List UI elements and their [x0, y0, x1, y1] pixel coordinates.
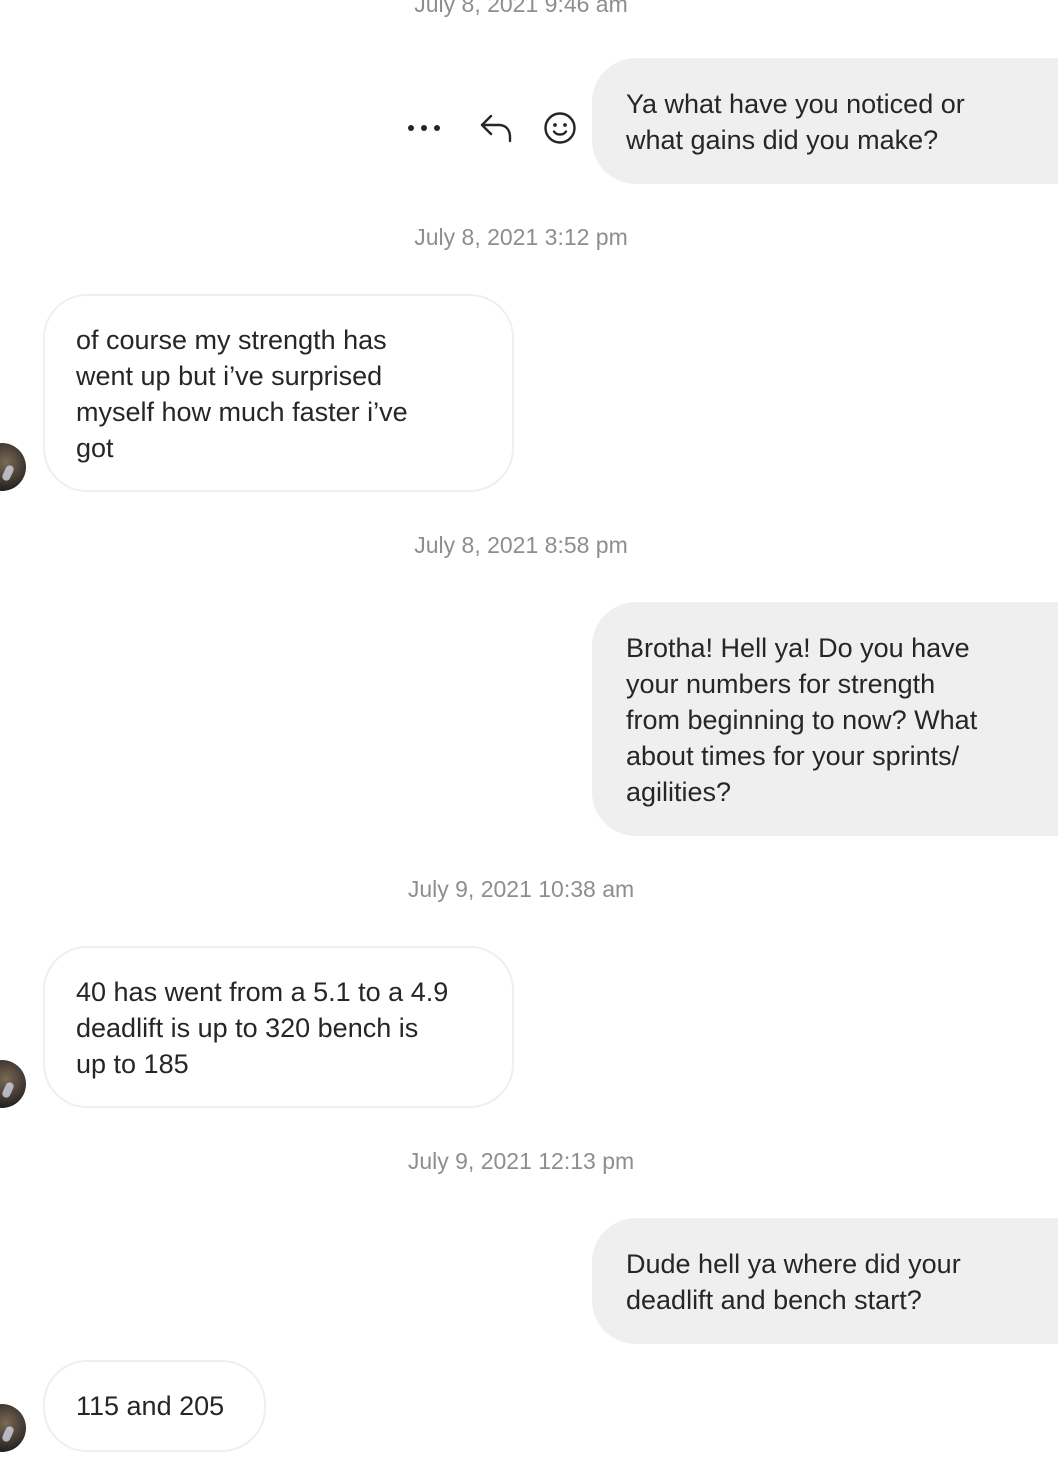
incoming-message-bubble[interactable]: of course my strength has went up but i’…: [43, 294, 514, 492]
avatar[interactable]: [0, 443, 26, 491]
incoming-message-bubble[interactable]: 40 has went from a 5.1 to a 4.9 deadlift…: [43, 946, 514, 1108]
message-timestamp: July 9, 2021 12:13 pm: [407, 1148, 635, 1174]
outgoing-message-bubble[interactable]: Ya what have you noticed or what gains d…: [592, 58, 1058, 184]
outgoing-message-bubble[interactable]: Dude hell ya where did your deadlift and…: [592, 1218, 1058, 1344]
emoji-reaction-icon[interactable]: [540, 108, 580, 148]
reply-icon[interactable]: [476, 108, 516, 148]
message-timestamp: July 8, 2021 3:12 pm: [414, 224, 628, 250]
outgoing-message-bubble[interactable]: Brotha! Hell ya! Do you have your number…: [592, 602, 1058, 836]
avatar[interactable]: [0, 1060, 26, 1108]
avatar[interactable]: [0, 1404, 26, 1452]
more-options-icon[interactable]: [404, 108, 444, 148]
message-timestamp: July 8, 2021 8:58 pm: [414, 532, 628, 558]
incoming-message-bubble[interactable]: 115 and 205: [43, 1360, 266, 1452]
message-timestamp: July 9, 2021 10:38 am: [407, 876, 635, 902]
message-timestamp: July 8, 2021 9:46 am: [414, 0, 628, 17]
